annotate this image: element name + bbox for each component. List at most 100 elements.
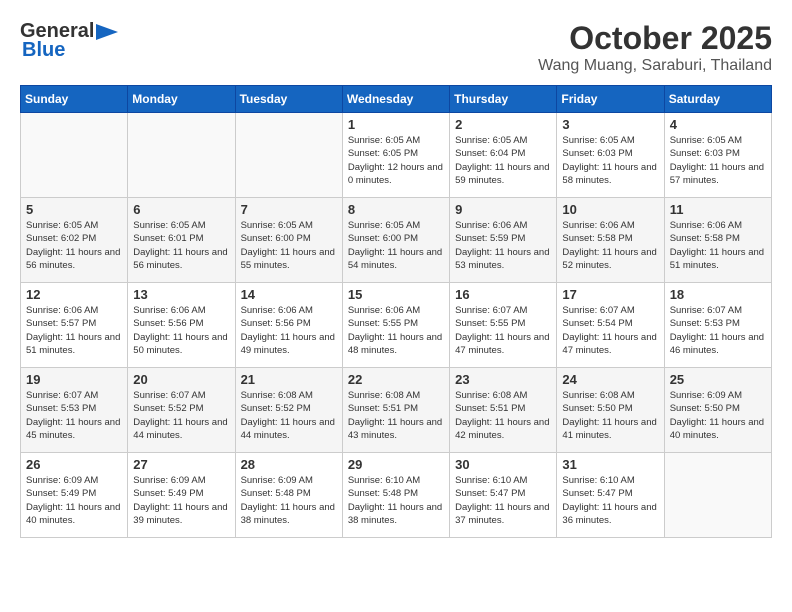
- calendar-cell: 10 Sunrise: 6:06 AMSunset: 5:58 PMDayligh…: [557, 198, 664, 283]
- calendar-cell: [21, 113, 128, 198]
- day-number: 26: [26, 457, 122, 472]
- day-info: Sunrise: 6:06 AMSunset: 5:58 PMDaylight:…: [670, 219, 766, 272]
- month-title: October 2025: [538, 20, 772, 57]
- day-number: 11: [670, 202, 766, 217]
- day-number: 20: [133, 372, 229, 387]
- calendar-cell: 19 Sunrise: 6:07 AMSunset: 5:53 PMDayligh…: [21, 368, 128, 453]
- day-info: Sunrise: 6:09 AMSunset: 5:49 PMDaylight:…: [133, 474, 229, 527]
- calendar-cell: 24 Sunrise: 6:08 AMSunset: 5:50 PMDayligh…: [557, 368, 664, 453]
- day-info: Sunrise: 6:08 AMSunset: 5:50 PMDaylight:…: [562, 389, 658, 442]
- calendar-cell: 9Sunrise: 6:06 AMSunset: 5:59 PMDaylight…: [450, 198, 557, 283]
- day-number: 6: [133, 202, 229, 217]
- calendar-cell: 28 Sunrise: 6:09 AMSunset: 5:48 PMDayligh…: [235, 453, 342, 538]
- calendar-cell: 22 Sunrise: 6:08 AMSunset: 5:51 PMDayligh…: [342, 368, 449, 453]
- logo: General Blue: [20, 20, 118, 62]
- calendar-cell: 8Sunrise: 6:05 AMSunset: 6:00 PMDaylight…: [342, 198, 449, 283]
- day-number: 27: [133, 457, 229, 472]
- calendar-table: SundayMondayTuesdayWednesdayThursdayFrid…: [20, 85, 772, 538]
- day-number: 4: [670, 117, 766, 132]
- day-number: 24: [562, 372, 658, 387]
- day-number: 1: [348, 117, 444, 132]
- weekday-header-monday: Monday: [128, 86, 235, 113]
- day-number: 3: [562, 117, 658, 132]
- calendar-cell: 27 Sunrise: 6:09 AMSunset: 5:49 PMDayligh…: [128, 453, 235, 538]
- calendar-cell: 31Sunrise: 6:10 AMSunset: 5:47 PMDayligh…: [557, 453, 664, 538]
- calendar-cell: 4 Sunrise: 6:05 AMSunset: 6:03 PMDaylight…: [664, 113, 771, 198]
- day-number: 15: [348, 287, 444, 302]
- day-number: 22: [348, 372, 444, 387]
- calendar-week-1: 1 Sunrise: 6:05 AMSunset: 6:05 PMDaylight…: [21, 113, 772, 198]
- day-info: Sunrise: 6:08 AMSunset: 5:51 PMDaylight:…: [348, 389, 444, 442]
- calendar-week-3: 12 Sunrise: 6:06 AMSunset: 5:57 PMDayligh…: [21, 283, 772, 368]
- calendar-cell: 17Sunrise: 6:07 AMSunset: 5:54 PMDayligh…: [557, 283, 664, 368]
- calendar-cell: 26 Sunrise: 6:09 AMSunset: 5:49 PMDayligh…: [21, 453, 128, 538]
- day-number: 7: [241, 202, 337, 217]
- day-info: Sunrise: 6:08 AMSunset: 5:51 PMDaylight:…: [455, 389, 551, 442]
- calendar-cell: 6Sunrise: 6:05 AMSunset: 6:01 PMDaylight…: [128, 198, 235, 283]
- day-info: Sunrise: 6:06 AMSunset: 5:56 PMDaylight:…: [133, 304, 229, 357]
- calendar-cell: [235, 113, 342, 198]
- day-number: 2: [455, 117, 551, 132]
- calendar-cell: 23 Sunrise: 6:08 AMSunset: 5:51 PMDayligh…: [450, 368, 557, 453]
- day-number: 29: [348, 457, 444, 472]
- day-info: Sunrise: 6:06 AMSunset: 5:57 PMDaylight:…: [26, 304, 122, 357]
- day-info: Sunrise: 6:05 AMSunset: 6:04 PMDaylight:…: [455, 134, 551, 187]
- day-number: 28: [241, 457, 337, 472]
- calendar-week-5: 26 Sunrise: 6:09 AMSunset: 5:49 PMDayligh…: [21, 453, 772, 538]
- day-number: 17: [562, 287, 658, 302]
- day-info: Sunrise: 6:07 AMSunset: 5:53 PMDaylight:…: [26, 389, 122, 442]
- calendar-cell: 18Sunrise: 6:07 AMSunset: 5:53 PMDayligh…: [664, 283, 771, 368]
- day-number: 5: [26, 202, 122, 217]
- day-number: 10: [562, 202, 658, 217]
- day-number: 23: [455, 372, 551, 387]
- logo-arrow-icon: [96, 24, 118, 40]
- day-number: 19: [26, 372, 122, 387]
- calendar-cell: [664, 453, 771, 538]
- day-info: Sunrise: 6:05 AMSunset: 6:02 PMDaylight:…: [26, 219, 122, 272]
- day-info: Sunrise: 6:06 AMSunset: 5:58 PMDaylight:…: [562, 219, 658, 272]
- day-info: Sunrise: 6:10 AMSunset: 5:47 PMDaylight:…: [455, 474, 551, 527]
- calendar-cell: 21Sunrise: 6:08 AMSunset: 5:52 PMDayligh…: [235, 368, 342, 453]
- calendar-cell: 30 Sunrise: 6:10 AMSunset: 5:47 PMDayligh…: [450, 453, 557, 538]
- calendar-cell: 5 Sunrise: 6:05 AMSunset: 6:02 PMDaylight…: [21, 198, 128, 283]
- day-info: Sunrise: 6:05 AMSunset: 6:03 PMDaylight:…: [562, 134, 658, 187]
- logo-blue: Blue: [22, 39, 65, 62]
- calendar-week-2: 5 Sunrise: 6:05 AMSunset: 6:02 PMDaylight…: [21, 198, 772, 283]
- calendar-cell: 11 Sunrise: 6:06 AMSunset: 5:58 PMDayligh…: [664, 198, 771, 283]
- calendar-cell: 15Sunrise: 6:06 AMSunset: 5:55 PMDayligh…: [342, 283, 449, 368]
- day-info: Sunrise: 6:05 AMSunset: 6:00 PMDaylight:…: [348, 219, 444, 272]
- day-info: Sunrise: 6:07 AMSunset: 5:53 PMDaylight:…: [670, 304, 766, 357]
- day-number: 13: [133, 287, 229, 302]
- calendar-cell: [128, 113, 235, 198]
- day-info: Sunrise: 6:05 AMSunset: 6:05 PMDaylight:…: [348, 134, 444, 187]
- day-number: 30: [455, 457, 551, 472]
- day-info: Sunrise: 6:10 AMSunset: 5:48 PMDaylight:…: [348, 474, 444, 527]
- day-info: Sunrise: 6:06 AMSunset: 5:56 PMDaylight:…: [241, 304, 337, 357]
- calendar-cell: 16 Sunrise: 6:07 AMSunset: 5:55 PMDayligh…: [450, 283, 557, 368]
- calendar-cell: 7 Sunrise: 6:05 AMSunset: 6:00 PMDaylight…: [235, 198, 342, 283]
- day-info: Sunrise: 6:06 AMSunset: 5:59 PMDaylight:…: [455, 219, 551, 272]
- day-info: Sunrise: 6:05 AMSunset: 6:03 PMDaylight:…: [670, 134, 766, 187]
- calendar-cell: 25Sunrise: 6:09 AMSunset: 5:50 PMDayligh…: [664, 368, 771, 453]
- calendar-cell: 2 Sunrise: 6:05 AMSunset: 6:04 PMDaylight…: [450, 113, 557, 198]
- day-number: 14: [241, 287, 337, 302]
- calendar-cell: 14 Sunrise: 6:06 AMSunset: 5:56 PMDayligh…: [235, 283, 342, 368]
- day-info: Sunrise: 6:07 AMSunset: 5:55 PMDaylight:…: [455, 304, 551, 357]
- weekday-header-sunday: Sunday: [21, 86, 128, 113]
- location: Wang Muang, Saraburi, Thailand: [538, 57, 772, 75]
- day-info: Sunrise: 6:09 AMSunset: 5:50 PMDaylight:…: [670, 389, 766, 442]
- calendar-week-4: 19 Sunrise: 6:07 AMSunset: 5:53 PMDayligh…: [21, 368, 772, 453]
- calendar-cell: 20Sunrise: 6:07 AMSunset: 5:52 PMDayligh…: [128, 368, 235, 453]
- day-number: 31: [562, 457, 658, 472]
- day-number: 16: [455, 287, 551, 302]
- calendar-cell: 1 Sunrise: 6:05 AMSunset: 6:05 PMDaylight…: [342, 113, 449, 198]
- calendar-cell: 29 Sunrise: 6:10 AMSunset: 5:48 PMDayligh…: [342, 453, 449, 538]
- day-number: 12: [26, 287, 122, 302]
- day-number: 21: [241, 372, 337, 387]
- calendar-cell: 3 Sunrise: 6:05 AMSunset: 6:03 PMDaylight…: [557, 113, 664, 198]
- day-info: Sunrise: 6:09 AMSunset: 5:49 PMDaylight:…: [26, 474, 122, 527]
- day-info: Sunrise: 6:05 AMSunset: 6:00 PMDaylight:…: [241, 219, 337, 272]
- title-block: October 2025 Wang Muang, Saraburi, Thail…: [538, 20, 772, 75]
- day-info: Sunrise: 6:09 AMSunset: 5:48 PMDaylight:…: [241, 474, 337, 527]
- weekday-header-thursday: Thursday: [450, 86, 557, 113]
